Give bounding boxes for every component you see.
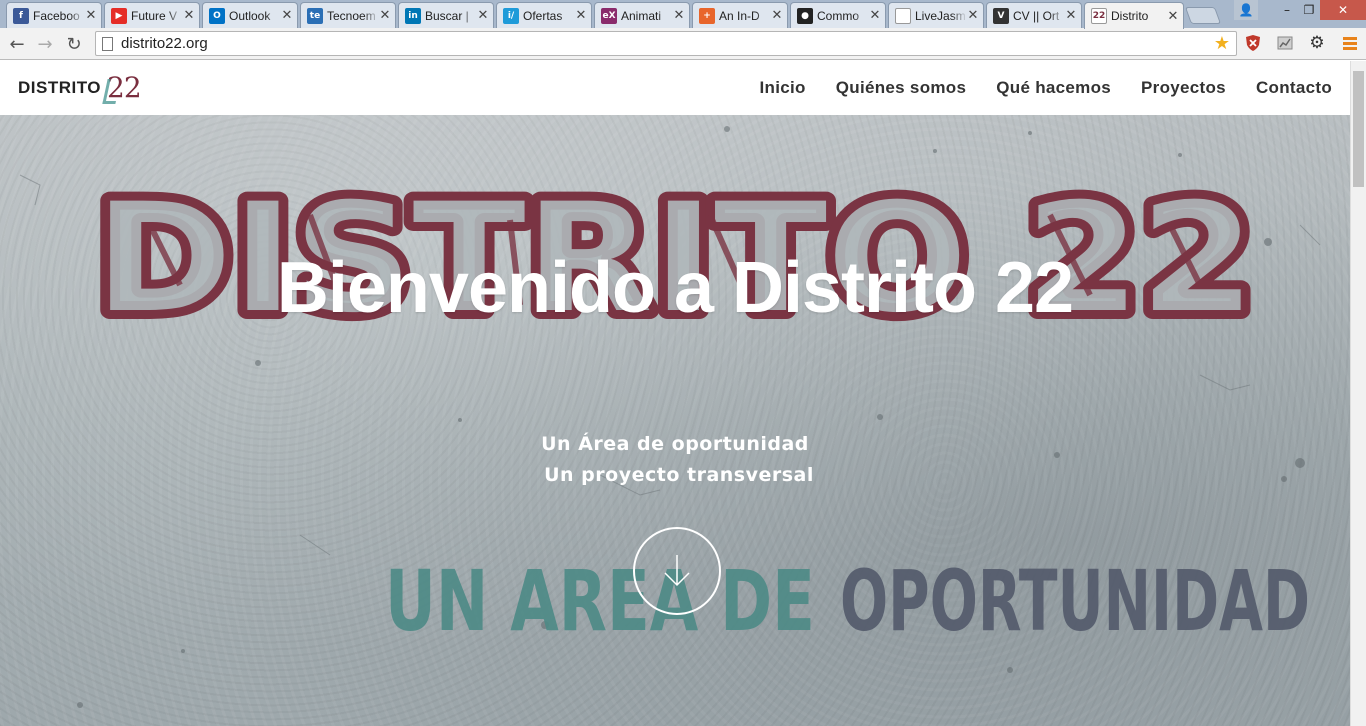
minimize-button[interactable]: – bbox=[1276, 0, 1298, 20]
ublock-shield-icon[interactable] bbox=[1243, 33, 1263, 53]
close-tab-icon[interactable]: ✕ bbox=[967, 8, 979, 23]
close-tab-icon[interactable]: ✕ bbox=[1167, 9, 1179, 24]
arrow-down-icon bbox=[664, 555, 690, 587]
linkedin-icon: in bbox=[405, 7, 421, 24]
edx-icon: eX bbox=[601, 7, 617, 24]
browser-tab[interactable]: O Outlook ✕ bbox=[202, 2, 298, 28]
nav-inicio[interactable]: Inicio bbox=[760, 78, 806, 98]
github-icon: ● bbox=[797, 7, 813, 24]
close-tab-icon[interactable]: ✕ bbox=[183, 8, 195, 23]
tab-title: Animati bbox=[621, 8, 662, 23]
close-tab-icon[interactable]: ✕ bbox=[281, 8, 293, 23]
back-arrow-icon[interactable]: ← bbox=[5, 32, 29, 56]
browser-tab[interactable]: eX Animati ✕ bbox=[594, 2, 690, 28]
hero-section: DISTRITO 22 DISTRITO 22 UN AREA DE OPORT… bbox=[0, 115, 1350, 726]
new-tab-button[interactable] bbox=[1184, 7, 1222, 24]
tab-title: Distrito bbox=[1111, 9, 1149, 23]
site-header: DISTRITO 22 Inicio Quiénes somos Qué hac… bbox=[0, 61, 1350, 115]
tab-title: Outlook bbox=[229, 8, 271, 23]
close-tab-icon[interactable]: ✕ bbox=[771, 8, 783, 23]
tab-title: LiveJasm bbox=[915, 8, 966, 23]
distrito22-icon: 22 bbox=[1091, 8, 1107, 24]
tab-strip: 👤 – ❐ ✕ f Faceboo ✕ ▶ Future V ✕ O Outlook ✕ te Te… bbox=[0, 0, 1366, 29]
page-icon bbox=[102, 36, 113, 51]
hero-title: Bienvenido a Distrito 22 bbox=[276, 248, 1074, 328]
url-text[interactable]: distrito22.org bbox=[121, 35, 208, 52]
tecnoempleo-icon: te bbox=[307, 7, 323, 24]
brand-number: 22 bbox=[107, 71, 142, 104]
bookmark-star-icon[interactable]: ★ bbox=[1214, 33, 1230, 54]
browser-tab[interactable]: f Faceboo ✕ bbox=[6, 2, 102, 28]
youtube-icon: ▶ bbox=[111, 7, 127, 24]
browser-tab[interactable]: ● Commo ✕ bbox=[790, 2, 886, 28]
settings-gear-icon[interactable]: ⚙ bbox=[1307, 33, 1327, 53]
plus-icon: + bbox=[699, 7, 715, 24]
maximize-button[interactable]: ❐ bbox=[1298, 0, 1320, 20]
close-tab-icon[interactable]: ✕ bbox=[477, 8, 489, 23]
tab-title: Buscar | bbox=[425, 8, 469, 23]
site-logo[interactable]: DISTRITO 22 bbox=[18, 71, 142, 104]
tab-title: Commo bbox=[817, 8, 860, 23]
user-profile-icon[interactable]: 👤 bbox=[1234, 0, 1258, 20]
tab-title: Faceboo bbox=[33, 8, 80, 23]
nav-quienes-somos[interactable]: Quiénes somos bbox=[836, 78, 967, 98]
graffiti-un-area-de-oportunidad: UN AREA DE OPORTUNIDAD bbox=[385, 555, 1310, 645]
browser-tab[interactable]: LiveJasm ✕ bbox=[888, 2, 984, 28]
browser-tab[interactable]: 22 Distrito ✕ bbox=[1084, 2, 1184, 29]
brand-text: DISTRITO bbox=[18, 77, 102, 97]
browser-tab[interactable]: + An In-D ✕ bbox=[692, 2, 788, 28]
hero-subtitle-2: Un proyecto transversal bbox=[544, 464, 814, 486]
outlook-icon: O bbox=[209, 7, 225, 24]
close-tab-icon[interactable]: ✕ bbox=[575, 8, 587, 23]
scrollbar-thumb[interactable] bbox=[1353, 71, 1364, 187]
tab-title: An In-D bbox=[719, 8, 760, 23]
browser-tab[interactable]: ▶ Future V ✕ bbox=[104, 2, 200, 28]
close-tab-icon[interactable]: ✕ bbox=[85, 8, 97, 23]
page-scrollbar[interactable] bbox=[1350, 61, 1366, 726]
page-icon bbox=[895, 7, 911, 24]
forward-arrow-icon[interactable]: → bbox=[33, 32, 57, 56]
svg-text:OPORTUNIDAD: OPORTUNIDAD bbox=[840, 555, 1310, 645]
nav-que-hacemos[interactable]: Qué hacemos bbox=[996, 78, 1111, 98]
infojobs-icon: i/ bbox=[503, 7, 519, 24]
close-tab-icon[interactable]: ✕ bbox=[379, 8, 391, 23]
close-tab-icon[interactable]: ✕ bbox=[869, 8, 881, 23]
close-tab-icon[interactable]: ✕ bbox=[1065, 8, 1077, 23]
browser-tab[interactable]: te Tecnoem ✕ bbox=[300, 2, 396, 28]
svg-text:UN AREA DE: UN AREA DE bbox=[385, 555, 815, 645]
tab-title: Future V bbox=[131, 8, 178, 23]
browser-tab[interactable]: V CV || Ort ✕ bbox=[986, 2, 1082, 28]
browser-toolbar: ← → ↻ distrito22.org ★ ⚙ bbox=[0, 28, 1366, 60]
extension-chart-icon[interactable] bbox=[1275, 33, 1295, 53]
tab-title: Tecnoem bbox=[327, 8, 376, 23]
hero-subtitle-1: Un Área de oportunidad bbox=[541, 433, 809, 455]
tab-title: Ofertas bbox=[523, 8, 563, 23]
facebook-icon: f bbox=[13, 7, 29, 24]
close-tab-icon[interactable]: ✕ bbox=[673, 8, 685, 23]
browser-tab[interactable]: in Buscar | ✕ bbox=[398, 2, 494, 28]
nav-contacto[interactable]: Contacto bbox=[1256, 78, 1332, 98]
reload-icon[interactable]: ↻ bbox=[62, 32, 86, 56]
close-window-button[interactable]: ✕ bbox=[1320, 0, 1366, 20]
vr-icon: V bbox=[993, 7, 1009, 24]
scroll-down-button[interactable] bbox=[633, 527, 721, 615]
nav-proyectos[interactable]: Proyectos bbox=[1141, 78, 1226, 98]
browser-tab[interactable]: i/Ofertas ✕ bbox=[496, 2, 592, 28]
address-bar[interactable]: distrito22.org ★ bbox=[95, 31, 1237, 56]
chrome-menu-icon[interactable] bbox=[1340, 33, 1360, 53]
main-nav: Inicio Quiénes somos Qué hacemos Proyect… bbox=[760, 78, 1332, 98]
tab-title: CV || Ort bbox=[1013, 8, 1060, 23]
